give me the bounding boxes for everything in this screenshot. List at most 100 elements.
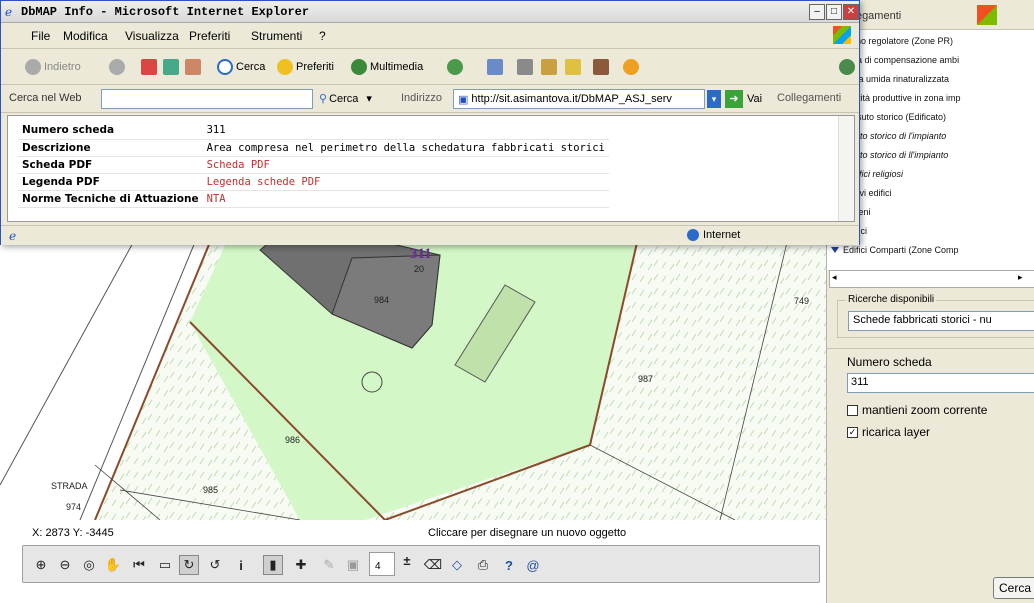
search-type-value: Schede fabbricati storici - nu xyxy=(853,314,992,326)
layer-tree-scrollbar[interactable]: ◂ ▸ xyxy=(829,270,1034,288)
history-button[interactable] xyxy=(447,59,466,75)
reload-layer-option[interactable]: ✓ ricarica layer xyxy=(847,425,930,439)
globe-icon xyxy=(687,229,699,241)
email-icon[interactable]: @ xyxy=(523,555,543,575)
mail-button[interactable] xyxy=(487,59,506,75)
research-button[interactable] xyxy=(593,59,612,75)
refresh-button[interactable] xyxy=(163,59,182,75)
numero-scheda-label: Numero scheda xyxy=(847,355,932,369)
info-value: 311 xyxy=(202,122,609,140)
page-icon: ▣ xyxy=(458,93,469,106)
research-icon xyxy=(593,59,609,75)
multimedia-button[interactable]: Multimedia xyxy=(351,59,423,75)
zoom-window-icon[interactable]: ◎ xyxy=(79,555,99,575)
zoom-in-icon[interactable]: ⊕ xyxy=(31,555,51,575)
zoom-out-icon[interactable]: ⊖ xyxy=(55,555,75,575)
multimedia-icon xyxy=(351,59,367,75)
layer-expand-icon[interactable] xyxy=(831,247,839,253)
go-button[interactable]: ➜ Vai xyxy=(725,90,762,108)
document-info-icon[interactable]: ▮ xyxy=(263,555,283,575)
layer-label: Attività produttive in zona imp xyxy=(843,93,961,103)
info-row: Numero scheda 311 xyxy=(18,122,609,140)
map-label-985: 985 xyxy=(203,485,219,495)
add-object-icon[interactable]: ✚ xyxy=(291,555,311,575)
content-scrollbar[interactable] xyxy=(838,116,854,221)
maximize-button[interactable]: □ xyxy=(826,4,842,20)
redraw-icon[interactable]: ↺ xyxy=(205,555,225,575)
layer-label: Area di compensazione ambi xyxy=(843,55,960,65)
discuss-button[interactable] xyxy=(565,59,584,75)
toolbar-extra-button[interactable] xyxy=(839,59,858,75)
home-button[interactable] xyxy=(185,59,204,75)
map-label-20: 20 xyxy=(414,264,425,274)
menu-preferiti[interactable]: Preferiti xyxy=(189,29,230,43)
page-content: Numero scheda 311 Descrizione Area compresa… xyxy=(7,115,855,222)
favorites-button[interactable]: Preferiti xyxy=(277,59,334,75)
numero-scheda-input[interactable]: 311 xyxy=(847,373,1034,393)
map-toolbar: ⊕ ⊖ ◎ ✋ ⏮ ▭ ↻ ↺ i ▮ ✚ ✎ ▣ 4 ± ⌫ ◇ ⎙ ? @ xyxy=(22,545,820,583)
print-button[interactable] xyxy=(517,59,536,75)
address-input[interactable]: ▣ http://sit.asimantova.it/DbMAP_ASJ_ser… xyxy=(453,89,705,109)
pencil-icon[interactable]: ✎ xyxy=(319,555,339,575)
address-toolbar: Cerca nel Web ⚲ Cerca ▾ Indirizzo ▣ http… xyxy=(1,85,859,113)
messenger-button[interactable] xyxy=(623,59,642,75)
menu-strumenti[interactable]: Strumenti xyxy=(251,29,302,43)
layer-label: Edifici Comparti (Zone Comp xyxy=(843,245,959,255)
extra-icon xyxy=(839,59,855,75)
full-extent-icon[interactable]: ⏮ xyxy=(129,555,149,575)
search-toolbar-button[interactable]: Cerca xyxy=(217,59,265,75)
info-link[interactable]: Legenda schede PDF xyxy=(202,173,609,191)
go-arrow-icon: ➜ xyxy=(725,90,743,108)
plus-minus-icon[interactable]: ± xyxy=(397,550,417,570)
star-icon xyxy=(277,59,293,75)
page-status-icon: ℯ xyxy=(9,229,17,243)
search-web-input[interactable] xyxy=(101,89,313,109)
layer-label: Netto storico di ll'impianto xyxy=(846,150,949,160)
search-web-button[interactable]: ⚲ Cerca ▾ xyxy=(319,92,372,106)
zoom-level-input[interactable]: 4 xyxy=(369,552,395,576)
print-icon[interactable]: ⎙ xyxy=(473,555,493,575)
forward-arrow-icon xyxy=(109,59,125,75)
map-label-987: 987 xyxy=(638,374,654,384)
info-icon[interactable]: i xyxy=(231,555,251,575)
eraser-icon[interactable]: ⌫ xyxy=(423,555,443,575)
back-button[interactable]: Indietro xyxy=(25,59,81,75)
printer-icon xyxy=(517,59,533,75)
reload-layer-checkbox[interactable]: ✓ xyxy=(847,426,858,438)
menu-modifica[interactable]: Modifica xyxy=(63,29,108,43)
pan-hand-icon[interactable]: ✋ xyxy=(103,555,123,575)
search-button[interactable]: Cerca xyxy=(993,577,1034,599)
info-link[interactable]: Scheda PDF xyxy=(202,156,609,174)
scroll-left-icon[interactable]: ◂ xyxy=(832,272,837,283)
forward-button[interactable] xyxy=(109,59,128,75)
multimedia-label: Multimedia xyxy=(370,61,424,73)
keep-zoom-checkbox[interactable] xyxy=(847,404,858,416)
refresh-icon[interactable]: ↻ xyxy=(179,555,199,575)
menu-help[interactable]: ? xyxy=(319,29,326,43)
menu-visualizza[interactable]: Visualizza xyxy=(125,29,179,43)
save-icon[interactable]: ▣ xyxy=(343,555,363,575)
search-type-select[interactable]: Schede fabbricati storici - nu xyxy=(848,311,1034,331)
favorites-label: Preferiti xyxy=(296,61,334,73)
map-canvas[interactable]: 311 20 984 749 987 986 985 974 STRADA xyxy=(0,230,826,520)
search-web-button-label: Cerca xyxy=(329,92,359,105)
window-titlebar[interactable]: ℯ DbMAP Info - Microsoft Internet Explor… xyxy=(1,1,859,23)
measure-ruler-icon[interactable]: ▭ xyxy=(155,555,175,575)
edit-button[interactable] xyxy=(541,59,560,75)
zone-label: Internet xyxy=(703,229,741,241)
info-table: Numero scheda 311 Descrizione Area compresa… xyxy=(18,122,609,208)
scroll-right-icon[interactable]: ▸ xyxy=(1018,272,1023,283)
code-icon[interactable]: ◇ xyxy=(447,555,467,575)
browser-status-bar: ℯ Internet xyxy=(1,225,859,245)
minimize-button[interactable]: – xyxy=(809,4,825,20)
menu-file[interactable]: File xyxy=(31,29,50,43)
links-toolbar-label[interactable]: Collegamenti xyxy=(777,92,841,104)
ie-window: ℯ DbMAP Info - Microsoft Internet Explor… xyxy=(0,0,860,245)
help-icon[interactable]: ? xyxy=(499,555,519,575)
keep-zoom-option[interactable]: mantieni zoom corrente xyxy=(847,403,987,417)
address-dropdown-icon[interactable]: ▾ xyxy=(707,90,721,108)
close-button[interactable]: ✕ xyxy=(843,4,859,20)
info-link[interactable]: NTA xyxy=(202,190,609,208)
stop-button[interactable] xyxy=(141,59,160,75)
info-key: Descrizione xyxy=(18,139,203,157)
